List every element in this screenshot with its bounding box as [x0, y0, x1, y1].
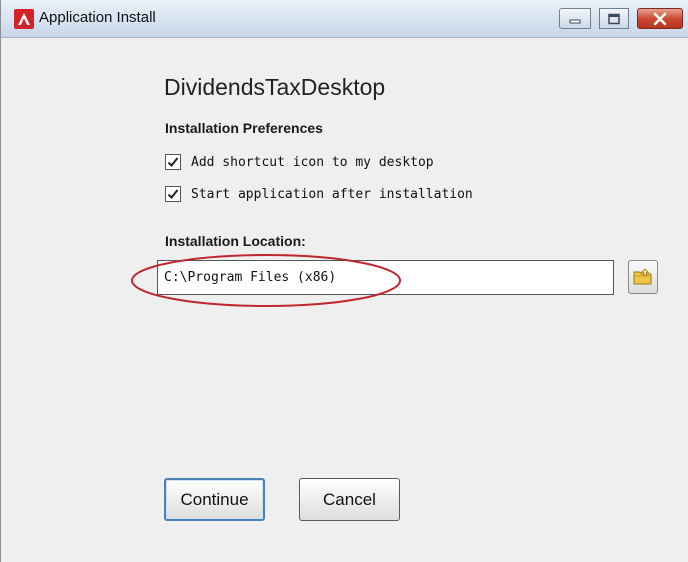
window-title: Application Install	[39, 9, 156, 26]
adobe-air-glyph	[18, 13, 30, 25]
desktop-shortcut-checkbox[interactable]	[165, 154, 181, 170]
minimize-button[interactable]	[559, 8, 591, 29]
folder-icon	[633, 268, 652, 285]
close-button[interactable]	[637, 8, 683, 29]
adobe-air-icon	[14, 9, 34, 29]
installer-window: Application Install DividendsTaxDesktop …	[0, 0, 688, 562]
desktop-shortcut-label: Add shortcut icon to my desktop	[191, 154, 434, 170]
location-heading: Installation Location:	[165, 233, 306, 249]
option-start-after-install[interactable]: Start application after installation	[165, 184, 473, 204]
close-icon	[653, 12, 667, 25]
checkmark-icon	[167, 189, 179, 199]
install-location-input[interactable]	[157, 260, 614, 295]
app-name-heading: DividendsTaxDesktop	[164, 74, 386, 100]
preferences-heading: Installation Preferences	[165, 120, 323, 136]
minimize-icon	[569, 19, 581, 23]
option-desktop-shortcut[interactable]: Add shortcut icon to my desktop	[165, 152, 434, 172]
maximize-button[interactable]	[599, 8, 629, 29]
installer-content: DividendsTaxDesktop Installation Prefere…	[1, 38, 688, 562]
start-after-install-label: Start application after installation	[191, 186, 473, 202]
cancel-button[interactable]: Cancel	[299, 478, 400, 521]
start-after-install-checkbox[interactable]	[165, 186, 181, 202]
browse-folder-button[interactable]	[628, 260, 658, 294]
title-bar[interactable]: Application Install	[1, 0, 688, 38]
checkmark-icon	[167, 157, 179, 167]
continue-button[interactable]: Continue	[164, 478, 265, 521]
maximize-icon	[608, 13, 620, 24]
